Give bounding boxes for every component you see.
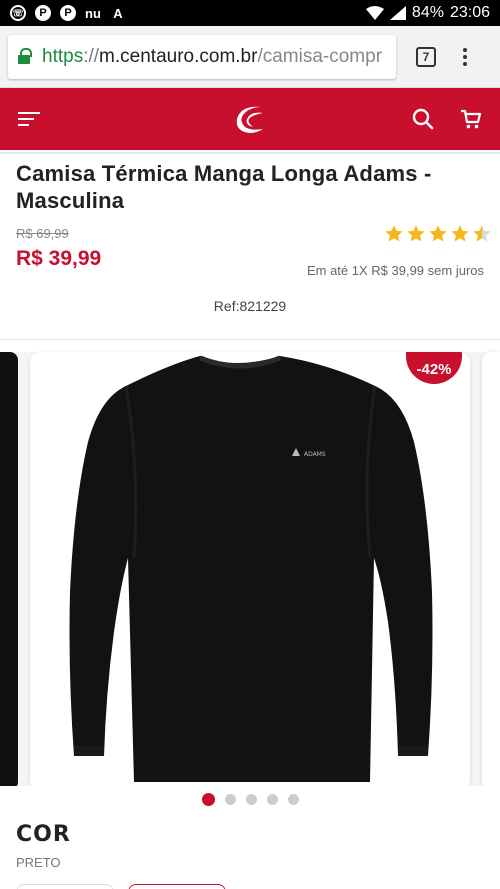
product-title: Camisa Térmica Manga Longa Adams - Mascu… bbox=[16, 161, 432, 213]
nuvem-icon: nu bbox=[85, 5, 101, 21]
pagination-dot[interactable] bbox=[245, 793, 257, 805]
color-swatch[interactable] bbox=[16, 884, 114, 889]
cart-icon[interactable] bbox=[460, 108, 482, 130]
star-icon bbox=[407, 225, 425, 242]
notification-icons: ☏ P P nu A bbox=[10, 5, 126, 21]
adobe-icon: A bbox=[113, 5, 123, 21]
image-gallery[interactable]: ADAMS -42% bbox=[0, 352, 500, 812]
more-options-icon[interactable] bbox=[462, 47, 468, 66]
lock-icon bbox=[18, 47, 32, 64]
whatsapp-icon: ☏ bbox=[10, 5, 26, 21]
pagination-dot[interactable] bbox=[224, 793, 236, 805]
signal-icon bbox=[389, 6, 406, 20]
address-bar[interactable]: https://m.centauro.com.br/camisa-compr bbox=[8, 34, 396, 79]
pagination-dot[interactable] bbox=[287, 793, 299, 805]
section-divider bbox=[0, 339, 500, 340]
pagination-dot[interactable] bbox=[266, 793, 278, 805]
star-icon bbox=[451, 225, 469, 242]
product-ref: Ref:821229 bbox=[213, 298, 287, 314]
product-image[interactable]: ADAMS bbox=[30, 352, 470, 790]
clock: 23:06 bbox=[449, 4, 490, 21]
url-path: /camisa-compr bbox=[257, 45, 383, 67]
pinterest-icon: P bbox=[60, 5, 76, 21]
star-icon bbox=[385, 225, 403, 242]
menu-icon[interactable] bbox=[18, 112, 40, 126]
centauro-logo[interactable] bbox=[231, 101, 267, 137]
wifi-icon bbox=[365, 6, 384, 20]
url-scheme: https bbox=[42, 45, 84, 67]
color-swatches bbox=[16, 884, 484, 889]
shirt-brand-text: ADAMS bbox=[304, 451, 326, 458]
system-status: 84% 23:06 bbox=[365, 4, 490, 22]
next-image-peek[interactable] bbox=[482, 352, 500, 790]
url-host: m.centauro.com.br bbox=[99, 45, 258, 67]
battery-percentage: 84% bbox=[411, 4, 444, 21]
star-icon bbox=[473, 225, 491, 242]
pinterest-icon: P bbox=[35, 5, 51, 21]
installments-text: Em até 1X R$ 39,99 sem juros bbox=[306, 263, 484, 278]
product-image-card[interactable]: ADAMS -42% bbox=[30, 352, 470, 790]
color-swatch-selected[interactable] bbox=[128, 884, 226, 889]
price-box: R$ 69,99 R$ 39,99 Em até 1X R$ 39,99 sem… bbox=[0, 224, 500, 296]
site-header bbox=[0, 88, 500, 150]
url-separator: :// bbox=[83, 45, 100, 67]
previous-image-peek[interactable] bbox=[0, 352, 18, 790]
color-section: COR PRETO bbox=[0, 812, 500, 889]
old-price: R$ 69,99 bbox=[16, 226, 69, 241]
color-title: COR bbox=[16, 822, 71, 847]
current-price: R$ 39,99 bbox=[16, 247, 102, 270]
rating-stars[interactable] bbox=[384, 224, 492, 244]
browser-toolbar: https://m.centauro.com.br/camisa-compr 7 bbox=[0, 26, 500, 88]
pagination-dot-active[interactable] bbox=[201, 792, 215, 806]
status-bar: ☏ P P nu A 84% 23:06 bbox=[0, 0, 500, 26]
gallery-pagination bbox=[0, 786, 500, 812]
search-icon[interactable] bbox=[412, 108, 434, 130]
star-icon bbox=[429, 225, 447, 242]
color-value: PRETO bbox=[16, 855, 61, 870]
tab-switcher-button[interactable]: 7 bbox=[416, 46, 436, 67]
